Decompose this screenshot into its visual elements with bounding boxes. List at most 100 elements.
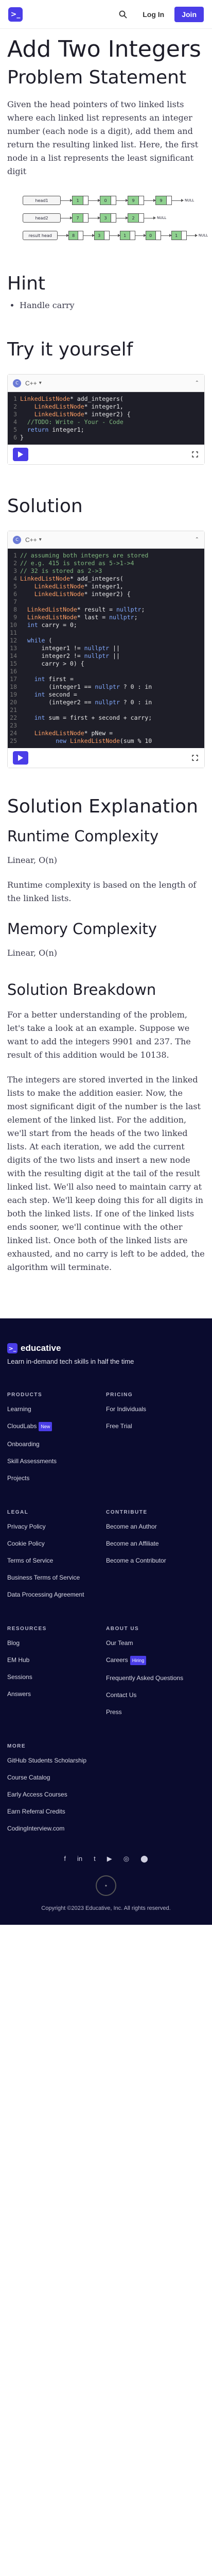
code-line: 25 new LinkedListNode(sum % 10 [8, 737, 204, 745]
linked-list-diagram: head1 1 0 9 9 NULL head2 7 3 2 NULL result head 8 3 1 0… [23, 192, 208, 244]
footer-link-label: Learning [7, 1405, 31, 1413]
hint-heading: Hint [7, 273, 46, 294]
footer-link[interactable]: EM Hub [7, 1656, 106, 1664]
line-number: 25 [10, 737, 17, 744]
code-editor[interactable]: 1// assuming both integers are stored 2//… [8, 549, 204, 748]
chevron-down-icon[interactable]: ▾ [39, 380, 42, 386]
footer-link[interactable]: Data Processing Agreement [7, 1590, 106, 1599]
footer-link[interactable]: Press [106, 1708, 205, 1716]
code-text: integer1 != nullptr || [20, 645, 120, 652]
list-node: 1 [171, 231, 187, 240]
run-button[interactable] [13, 448, 28, 461]
educative-logo-icon[interactable]: >_ [8, 7, 23, 22]
footer-link[interactable]: Our Team [106, 1639, 205, 1647]
social-icon[interactable]: in [77, 1855, 82, 1863]
footer-link[interactable]: Cookie Policy [7, 1539, 106, 1548]
footer-link[interactable]: Onboarding [7, 1440, 106, 1448]
footer-logo[interactable]: >_ educative [7, 1343, 205, 1353]
arrow-icon [83, 233, 95, 237]
footer-link[interactable]: CodingInterview.com [7, 1824, 205, 1833]
code-line: 15 carry > 0) { [8, 660, 204, 668]
code-text: LinkedListNode* integer1, [34, 403, 123, 410]
footer-link-label: Terms of Service [7, 1557, 54, 1564]
code-text: int sum = first + second + carry; [34, 714, 152, 721]
expand-icon[interactable] [191, 754, 199, 762]
node-pointer [138, 196, 144, 205]
node-pointer [166, 196, 171, 205]
footer-link[interactable]: Become an Affiliate [106, 1539, 205, 1548]
language-selector[interactable]: C++ [25, 536, 37, 544]
footer-column-heading: LEGAL [7, 1510, 29, 1515]
chevron-down-icon[interactable]: ▾ [39, 537, 42, 543]
node-value: 0 [146, 231, 155, 240]
footer-link-label: Business Terms of Service [7, 1574, 80, 1581]
line-number: 5 [13, 583, 17, 590]
footer-link[interactable]: Become a Contributor [106, 1556, 205, 1565]
expand-icon[interactable] [191, 450, 199, 459]
copyright-text: Copyright ©2023 Educative, Inc. All righ… [41, 1905, 171, 1911]
node-value: 8 [68, 231, 78, 240]
footer-column-heading: CONTRIBUTE [106, 1510, 148, 1515]
code-editor[interactable]: 1 LinkedListNode* add_integers(2 LinkedLi… [8, 392, 204, 445]
code-text: int carry = 0; [27, 621, 77, 629]
footer-link[interactable]: Frequently Asked Questions [106, 1674, 205, 1682]
line-number: 2 [13, 560, 17, 567]
line-number: 5 [13, 426, 17, 433]
social-icon[interactable]: ▶ [107, 1855, 112, 1863]
footer-link[interactable]: Contact Us [106, 1691, 205, 1699]
social-icon[interactable]: t [94, 1855, 96, 1863]
footer-link[interactable]: Terms of Service [7, 1556, 106, 1565]
footer-link[interactable]: Become an Author [106, 1522, 205, 1531]
footer-link-label: Data Processing Agreement [7, 1591, 84, 1598]
arrow-icon [186, 233, 198, 237]
footer-link[interactable]: Skill Assessments [7, 1457, 106, 1465]
social-icon[interactable]: ◎ [123, 1855, 129, 1863]
footer-column-heading: ABOUT US [106, 1626, 139, 1632]
line-number: 8 [13, 606, 17, 613]
code-line: 17 int first = [8, 675, 204, 683]
code-text: (integer2 == nullptr ? 0 : in [20, 699, 152, 706]
null-label: NULL [198, 233, 208, 238]
footer-link[interactable]: Business Terms of Service [7, 1573, 106, 1582]
footer-link[interactable]: Blog [7, 1639, 106, 1647]
language-selector[interactable]: C++ [25, 380, 37, 387]
code-text: } [20, 434, 24, 441]
footer-link-label: Onboarding [7, 1440, 40, 1448]
chevron-up-icon[interactable]: ⌃ [195, 380, 199, 386]
search-icon[interactable] [116, 7, 130, 22]
code-text: LinkedListNode* last = nullptr; [27, 614, 138, 621]
footer-link[interactable]: Privacy Policy [7, 1522, 106, 1531]
footer-column: CONTRIBUTE Become an Author Become an Affi… [106, 1510, 205, 1607]
join-button[interactable]: Join [174, 6, 204, 22]
footer-link[interactable]: Careers Hiring [106, 1656, 205, 1665]
footer-link[interactable]: Sessions [7, 1673, 106, 1681]
educative-logo-icon: >_ [7, 1343, 17, 1353]
code-text: LinkedListNode* integer2) { [34, 590, 131, 598]
run-button[interactable] [13, 751, 28, 765]
footer-link[interactable]: Learning [7, 1405, 106, 1413]
code-line: 11 [8, 629, 204, 637]
footer-link[interactable]: Course Catalog [7, 1773, 205, 1782]
chevron-up-icon[interactable]: ⌃ [195, 537, 199, 543]
footer-row-more: MORE GitHub Students Scholarship Course Ca… [7, 1743, 205, 1841]
linked-list-row: head1 1 0 9 9 NULL [23, 192, 208, 209]
footer-column-heading: RESOURCES [7, 1626, 47, 1632]
social-icon[interactable]: f [64, 1855, 66, 1863]
social-icon[interactable]: ⬤ [140, 1855, 148, 1863]
footer-link[interactable]: CloudLabs New [7, 1422, 106, 1431]
code-line: 3// 32 is stored as 2->3 [8, 567, 204, 575]
solution-widget-header: C C++ ▾ ⌃ [8, 531, 204, 549]
footer-link[interactable]: For Individuals [106, 1405, 205, 1413]
login-button[interactable]: Log In [136, 7, 170, 22]
footer-link[interactable]: Free Trial [106, 1422, 205, 1430]
footer-link[interactable]: Answers [7, 1690, 106, 1698]
list-node: 2 [128, 213, 144, 223]
footer-link[interactable]: Early Access Courses [7, 1790, 205, 1799]
footer-link[interactable]: Earn Referral Credits [7, 1807, 205, 1816]
footer-link[interactable]: GitHub Students Scholarship [7, 1756, 205, 1765]
node-pointer [181, 231, 186, 240]
footer-link[interactable]: Projects [7, 1474, 106, 1482]
code-text: //TODO: Write - Your - Code [20, 418, 123, 426]
line-number: 6 [13, 590, 17, 598]
top-navbar: >_ Log In Join [0, 0, 212, 29]
